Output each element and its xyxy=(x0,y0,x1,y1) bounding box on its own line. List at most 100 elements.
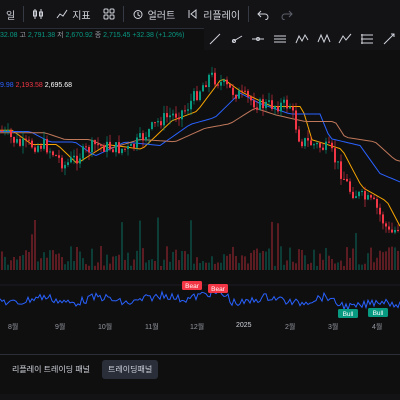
replay-icon xyxy=(188,8,197,20)
candle-body xyxy=(211,72,213,75)
volume-bar xyxy=(172,251,174,270)
volume-bar xyxy=(328,255,330,270)
signal-badge-label: Bear xyxy=(211,286,226,293)
candle-body xyxy=(103,145,105,152)
undo-button[interactable] xyxy=(251,0,275,28)
candle-body xyxy=(376,198,378,208)
volume-bar xyxy=(154,261,156,270)
volume-bar xyxy=(370,247,372,270)
volume-bar xyxy=(367,253,369,270)
date-tick: 4월 xyxy=(372,324,383,331)
candle-body xyxy=(316,142,318,145)
volume-bar xyxy=(352,248,354,270)
replay-button[interactable]: 리플레이 xyxy=(181,0,246,28)
horizontal-line-icon[interactable] xyxy=(251,32,265,46)
candle-body xyxy=(337,161,339,163)
toolbar-divider xyxy=(23,6,25,22)
candle-body xyxy=(130,143,132,146)
candle-body xyxy=(46,139,48,153)
redo-button[interactable] xyxy=(275,0,299,28)
candle-body xyxy=(112,149,114,153)
volume-bar xyxy=(394,247,396,270)
fib-icon[interactable] xyxy=(360,32,374,46)
volume-bar xyxy=(49,250,51,270)
candle-body xyxy=(253,100,255,108)
candle-body xyxy=(367,195,369,200)
candle-body xyxy=(124,148,126,150)
volume-bar xyxy=(301,249,303,270)
volume-bar xyxy=(181,250,183,270)
volume-bar xyxy=(82,258,84,270)
volume-bar xyxy=(304,255,306,270)
volume-bar xyxy=(163,259,165,270)
volume-bar xyxy=(118,254,120,270)
candle-body xyxy=(295,110,297,130)
volume-bar xyxy=(307,264,309,270)
alarm-icon xyxy=(133,10,143,19)
price-chart[interactable]: Bear Bear Bull Bull xyxy=(0,50,400,320)
candle-body xyxy=(148,129,150,138)
candle-body xyxy=(100,144,102,146)
tab-replay-trading-panel[interactable]: 리플레이 트레이딩 패널 xyxy=(6,360,96,379)
candle-body xyxy=(136,137,138,148)
tab-trading-panel[interactable]: 트레이딩패널 xyxy=(102,359,159,379)
ray-icon[interactable] xyxy=(230,32,244,46)
volume-bar xyxy=(265,251,267,270)
candle-body xyxy=(238,90,240,99)
compare-button[interactable] xyxy=(26,0,50,28)
candle-body xyxy=(313,144,315,146)
candle-body xyxy=(1,130,3,132)
indicators-button[interactable]: 지표 xyxy=(50,0,96,28)
candle-body xyxy=(373,197,375,199)
volume-bar xyxy=(253,250,255,270)
elliott-wave-icon[interactable] xyxy=(338,32,352,46)
volume-bar xyxy=(364,263,366,270)
candle-body xyxy=(139,133,141,138)
volume-bar xyxy=(31,234,33,270)
trend-line-icon[interactable] xyxy=(208,32,222,46)
candle-body xyxy=(340,161,342,179)
layouts-button[interactable] xyxy=(97,0,121,28)
alerts-button[interactable]: 얼러트 xyxy=(126,0,182,28)
toolbar-divider xyxy=(248,6,250,22)
candle-body xyxy=(178,117,180,120)
volume-bar xyxy=(226,255,228,270)
volume-bar xyxy=(220,262,222,270)
measure-icon[interactable] xyxy=(382,32,396,46)
volume-bar xyxy=(133,259,135,270)
volume-bar xyxy=(187,254,189,270)
candle-body xyxy=(76,155,78,164)
pattern-icon[interactable] xyxy=(317,32,331,46)
change-value: +32.38 (+1.20%) xyxy=(132,32,185,39)
volume-bar xyxy=(124,259,126,270)
volume-bar xyxy=(25,250,27,270)
candle-body xyxy=(58,155,60,158)
signal-badge-label: Bull xyxy=(343,311,354,318)
candle-body xyxy=(91,140,93,153)
volume-bar xyxy=(58,253,60,270)
parallel-channel-icon[interactable] xyxy=(273,32,287,46)
volume-bar xyxy=(10,260,12,270)
toolbar-divider xyxy=(122,6,124,22)
volume-bar xyxy=(193,263,195,270)
replay-label: 리플레이 xyxy=(203,10,241,22)
candle-body xyxy=(328,141,330,143)
volume-bar xyxy=(94,265,96,270)
volume-bar xyxy=(1,251,3,270)
toolbar-partial-item[interactable]: 일 xyxy=(0,0,21,28)
candle-body xyxy=(79,158,81,164)
candle-body xyxy=(292,106,294,111)
candle-body xyxy=(289,106,291,109)
candle-body xyxy=(34,147,36,152)
volume-bar xyxy=(223,254,225,270)
pitchfork-icon[interactable] xyxy=(295,32,309,46)
volume-bar xyxy=(40,258,42,270)
volume-bar xyxy=(361,264,363,270)
date-tick: 11월 xyxy=(145,324,159,331)
volume-bar xyxy=(238,263,240,270)
candle-body xyxy=(214,72,216,85)
volume-bar xyxy=(43,252,45,270)
candle-body xyxy=(319,142,321,148)
volume-bar xyxy=(103,265,105,270)
volume-bar xyxy=(271,221,273,270)
